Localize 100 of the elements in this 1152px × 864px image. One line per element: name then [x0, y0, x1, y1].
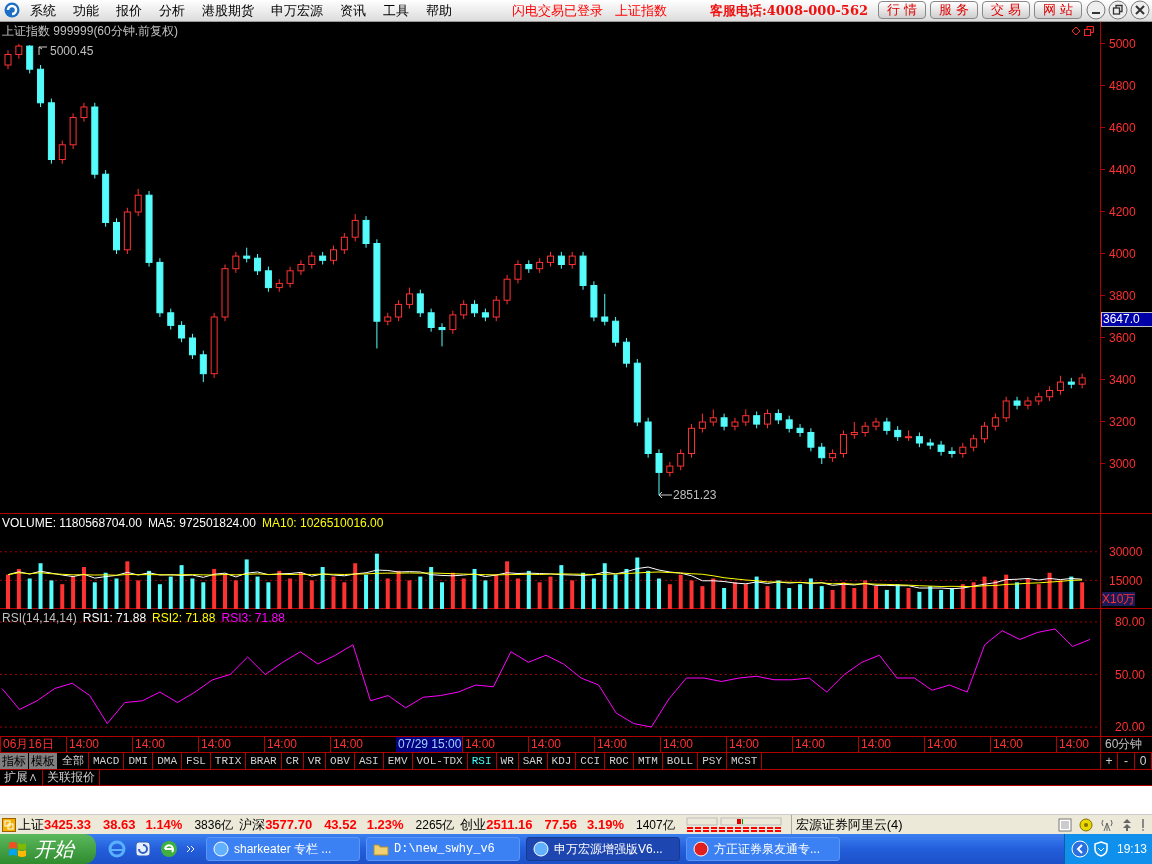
- price-axis-label: 3400: [1109, 372, 1136, 387]
- candle: [970, 434, 978, 452]
- diamond-icon[interactable]: [1071, 25, 1081, 36]
- left-arrow-icon: [658, 490, 672, 499]
- candle: [438, 322, 446, 347]
- candle: [753, 410, 761, 429]
- menu-item[interactable]: 功能: [73, 0, 99, 21]
- candle: [123, 207, 131, 255]
- index-value: 2511.16: [486, 815, 533, 834]
- candle: [579, 251, 587, 291]
- candle: [547, 251, 554, 268]
- coin-icon[interactable]: [1079, 817, 1093, 832]
- menu-item[interactable]: 工具: [383, 0, 409, 21]
- windows-icon[interactable]: [1084, 25, 1094, 36]
- taskbar-window-button[interactable]: D:\new_swhy_v6: [366, 837, 520, 861]
- candle: [861, 421, 869, 438]
- candle: [351, 213, 359, 242]
- indicator-legend-text: MA5: 972501824.00: [147, 516, 256, 531]
- browser-icon[interactable]: [108, 840, 126, 858]
- candle: [850, 421, 858, 440]
- globe-icon[interactable]: [160, 840, 178, 858]
- arrow-icon: [38, 45, 48, 56]
- shield-icon[interactable]: [1093, 841, 1109, 857]
- candle: [731, 417, 739, 431]
- candle: [416, 289, 424, 318]
- indicator-legend-text: RSI1: 71.88: [82, 611, 147, 626]
- candle: [167, 308, 175, 331]
- menu-item[interactable]: 系统: [30, 0, 56, 21]
- candle: [796, 423, 804, 438]
- refresh-icon[interactable]: [134, 840, 152, 858]
- price-axis-label: 3600: [1109, 330, 1136, 345]
- candle: [492, 295, 500, 322]
- price-axis-label: 3800: [1109, 288, 1136, 303]
- candle: [764, 408, 771, 429]
- pin-icon[interactable]: [1140, 817, 1146, 832]
- mode-button[interactable]: 模板: [29, 753, 58, 770]
- candle: [926, 438, 934, 450]
- taskbar-window-button[interactable]: 申万宏源增强版V6...: [526, 837, 680, 861]
- menu-item[interactable]: 分析: [159, 0, 185, 21]
- app-icon: [213, 841, 229, 857]
- candle: [644, 417, 652, 459]
- service-button[interactable]: 服 务: [930, 1, 978, 20]
- chevron-icon[interactable]: [186, 844, 196, 854]
- taskbar-window-button[interactable]: sharkeater 专栏 ...: [206, 837, 360, 861]
- price-axis-label: 4800: [1109, 78, 1136, 93]
- taskbar-window-button[interactable]: 方正证券泉友通专...: [686, 837, 840, 861]
- hotline-text: 客服电话:4008-000-562: [709, 1, 868, 20]
- mode-button[interactable]: 指标: [0, 753, 29, 770]
- indicator-legend-text: RSI3: 71.88: [221, 611, 285, 626]
- index-percent: 1.14%: [145, 815, 183, 834]
- candle: [514, 259, 522, 284]
- menu-item[interactable]: 帮助: [426, 0, 452, 21]
- service-button[interactable]: 网 站: [1034, 1, 1082, 20]
- candle: [210, 312, 218, 379]
- restore-icon[interactable]: [1108, 0, 1128, 21]
- candle: [1024, 396, 1032, 410]
- candle: [666, 461, 674, 478]
- rsi-axis-label: 20.00: [1115, 720, 1146, 735]
- antenna-icon[interactable]: [1100, 817, 1114, 832]
- candle: [1035, 392, 1043, 406]
- minimize-icon[interactable]: [1086, 0, 1106, 21]
- candle: [330, 245, 337, 265]
- candle: [188, 333, 196, 360]
- signal-meter-icon: [684, 816, 785, 833]
- bottom-tab[interactable]: 关联报价: [43, 770, 100, 786]
- candle: [1056, 375, 1064, 396]
- candle: [981, 421, 988, 444]
- candle: [243, 247, 251, 263]
- menu-item[interactable]: 港股期货: [202, 0, 254, 21]
- service-button[interactable]: 交 易: [982, 1, 1030, 20]
- menu-item[interactable]: 报价: [116, 0, 142, 21]
- index-percent: 3.19%: [587, 815, 624, 834]
- candle: [688, 423, 696, 459]
- current-price-tag: 3647.0: [1101, 311, 1152, 327]
- low-price-label: 2851.23: [673, 487, 717, 502]
- bottom-tab[interactable]: 扩展∧: [0, 770, 43, 786]
- candle: [199, 350, 207, 383]
- candle: [427, 308, 435, 333]
- up-arrows-icon[interactable]: [1121, 817, 1133, 832]
- candle: [677, 448, 685, 471]
- candle: [829, 448, 837, 463]
- index-name: 上证: [18, 815, 44, 834]
- index-value: 3577.70: [265, 815, 313, 834]
- candle: [69, 112, 77, 150]
- index-value: 3425.33: [44, 815, 91, 834]
- app-icon: [373, 841, 389, 857]
- menu-item[interactable]: 申万宏源: [271, 0, 323, 21]
- chart-title: 上证指数 999999(60分钟.前复权): [2, 23, 179, 38]
- close-icon[interactable]: [1130, 0, 1150, 21]
- index-amount: 2265亿: [415, 816, 455, 834]
- candle: [557, 251, 565, 270]
- index-name: 沪深: [239, 815, 266, 834]
- candle: [297, 259, 305, 276]
- status-icon[interactable]: [2, 817, 16, 832]
- index-amount: 1407亿: [635, 816, 675, 834]
- index-percent: 1.23%: [366, 815, 404, 834]
- menu-item[interactable]: 资讯: [340, 0, 366, 21]
- service-button[interactable]: 行 情: [878, 1, 926, 20]
- indicator-legend-text: MA10: 1026510016.00: [261, 516, 384, 531]
- candle: [1046, 385, 1054, 402]
